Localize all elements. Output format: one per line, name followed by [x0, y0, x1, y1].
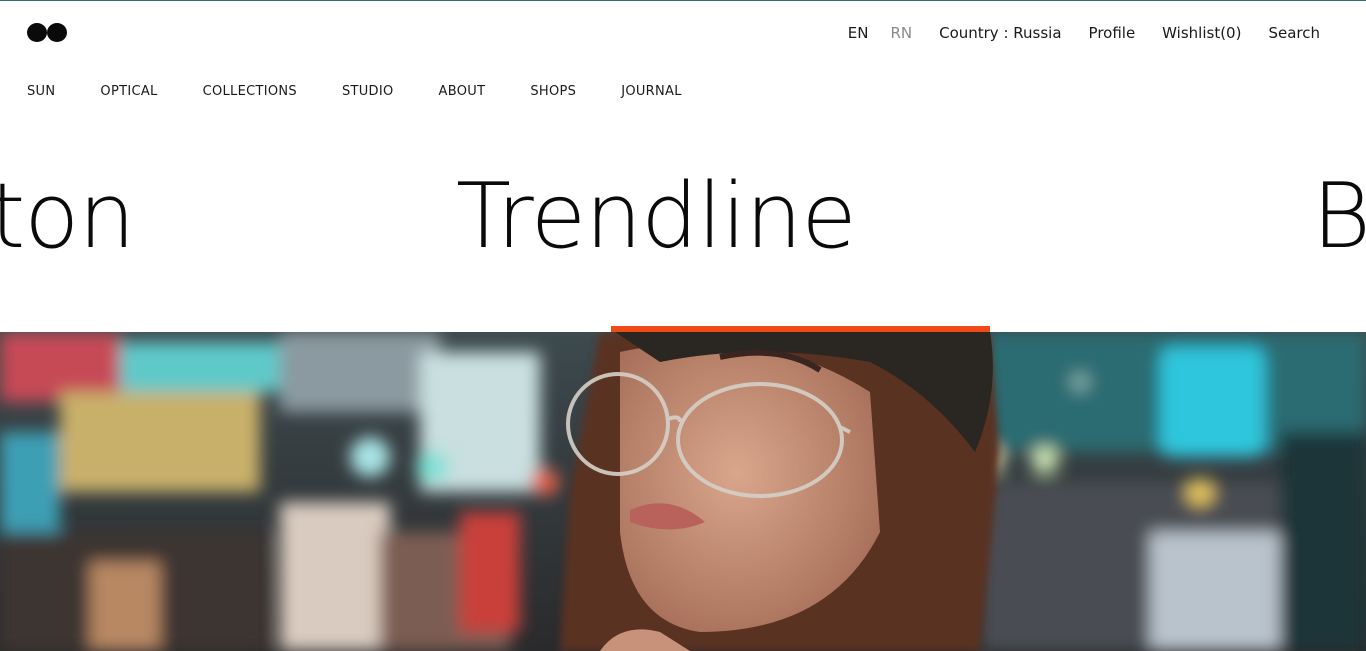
brand-logo[interactable]: [27, 23, 69, 42]
top-accent-line: [0, 0, 1366, 1]
logo-left-circle: [27, 23, 47, 42]
nav-item-journal[interactable]: JOURNAL: [621, 84, 682, 99]
nav-item-collections[interactable]: COLLECTIONS: [203, 84, 297, 99]
carousel-prev-title[interactable]: ton: [0, 172, 135, 262]
hero-photo-illustration: [0, 332, 1366, 651]
nav-item-shops[interactable]: SHOPS: [530, 84, 576, 99]
lang-en-link[interactable]: EN: [848, 24, 869, 42]
carousel-current-title[interactable]: Trendline: [456, 172, 857, 262]
nav-item-studio[interactable]: STUDIO: [342, 84, 394, 99]
logo-right-circle: [47, 23, 67, 42]
wishlist-link[interactable]: Wishlist(0): [1162, 24, 1241, 42]
carousel-next-title[interactable]: B: [1312, 172, 1366, 262]
nav-item-about[interactable]: ABOUT: [439, 84, 486, 99]
country-selector[interactable]: Country : Russia: [939, 24, 1061, 42]
utility-nav: EN RN Country : Russia Profile Wishlist(…: [848, 22, 1320, 44]
search-link[interactable]: Search: [1268, 24, 1320, 42]
lang-rn-link[interactable]: RN: [890, 24, 912, 42]
hero-image: [0, 332, 1366, 651]
profile-link[interactable]: Profile: [1089, 24, 1136, 42]
nav-item-optical[interactable]: OPTICAL: [100, 84, 157, 99]
main-nav: SUN OPTICAL COLLECTIONS STUDIO ABOUT SHO…: [27, 82, 727, 100]
collection-carousel: ton Trendline B: [0, 160, 1366, 280]
nav-item-sun[interactable]: SUN: [27, 84, 55, 99]
active-slide-indicator: [611, 326, 990, 332]
